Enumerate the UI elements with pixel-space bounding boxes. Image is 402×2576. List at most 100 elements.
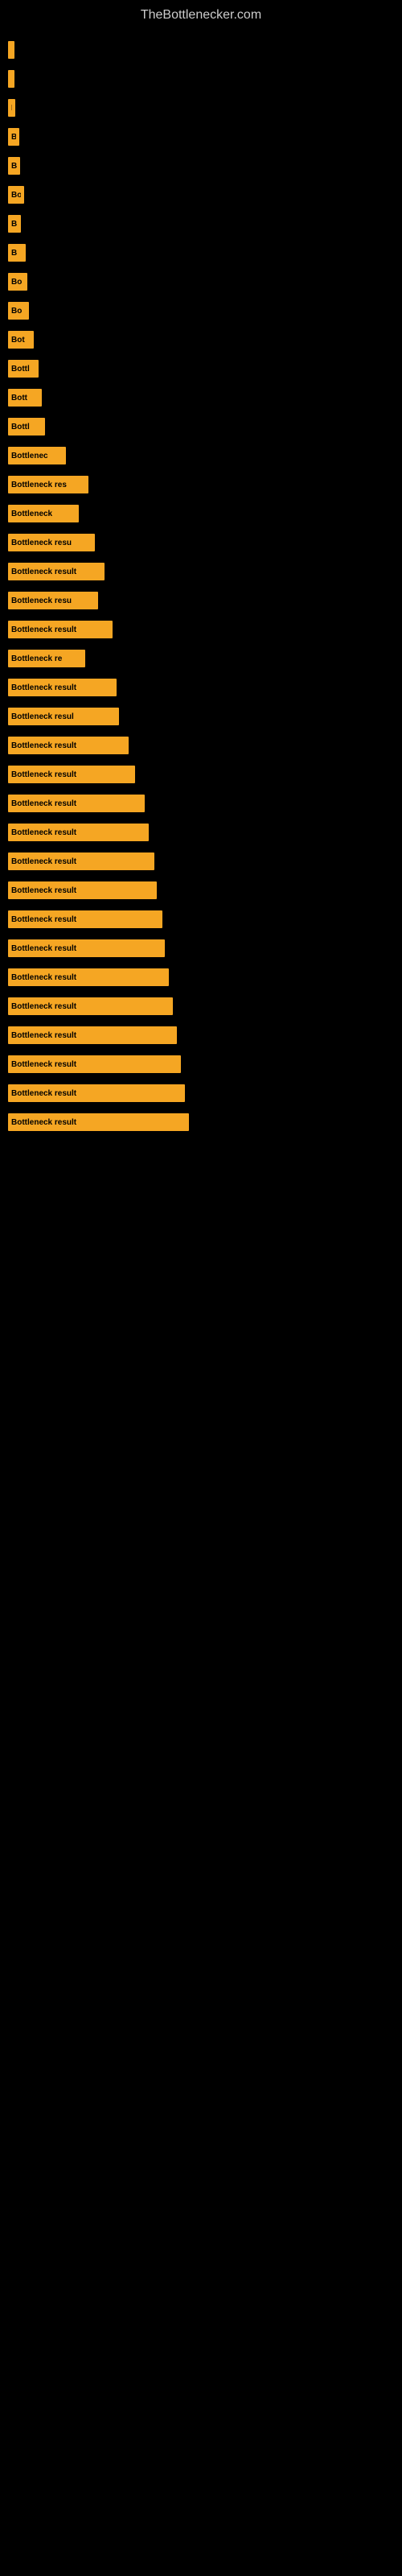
- bar-row: Bottleneck resu: [8, 531, 394, 554]
- bar: B: [8, 244, 26, 262]
- bar-row: Bottleneck result: [8, 850, 394, 873]
- bar-label: Bottl: [11, 365, 30, 374]
- bar: Bottleneck resu: [8, 534, 95, 551]
- bar: Bottleneck res: [8, 476, 88, 493]
- bar-label: Bottleneck result: [11, 568, 76, 576]
- bar-row: B: [8, 242, 394, 264]
- bar-label: Bottleneck result: [11, 1002, 76, 1011]
- bar: Bottleneck result: [8, 881, 157, 899]
- bar: Bottleneck result: [8, 737, 129, 754]
- bar: Bottleneck result: [8, 1084, 185, 1102]
- bar: Bottleneck result: [8, 1113, 189, 1131]
- bar-label: Bottlenec: [11, 452, 48, 460]
- bar: Bot: [8, 331, 34, 349]
- bar: Bottleneck result: [8, 997, 173, 1015]
- bar-row: Bottleneck result: [8, 908, 394, 931]
- bar: Bo: [8, 186, 24, 204]
- bar-row: Bo: [8, 299, 394, 322]
- bar: Bott: [8, 389, 42, 407]
- bar: Bottleneck result: [8, 1055, 181, 1073]
- bar-label: Bottleneck: [11, 510, 52, 518]
- bar-label: Bottleneck result: [11, 1118, 76, 1127]
- bar-row: Bottleneck result: [8, 995, 394, 1018]
- bar-row: Bot: [8, 328, 394, 351]
- bar-label: Bottleneck result: [11, 770, 76, 779]
- bar-label: Bottleneck result: [11, 741, 76, 750]
- bar-row: B: [8, 126, 394, 148]
- bar-label: B: [11, 249, 17, 258]
- bar-row: Bottlenec: [8, 444, 394, 467]
- bar: Bo: [8, 302, 29, 320]
- bar-label: Bottleneck result: [11, 828, 76, 837]
- bar-row: Bott: [8, 386, 394, 409]
- bar-row: Bo: [8, 270, 394, 293]
- bar-label: Bottleneck resul: [11, 712, 74, 721]
- bar: Bottlenec: [8, 447, 66, 464]
- bar: B: [8, 215, 21, 233]
- bars-container: FE B B Bo B B Bo Bo Bot Bottl Bott Bottl Bottlenec Bo…: [0, 27, 402, 1140]
- bar-label: B: [11, 162, 17, 171]
- bar-label: Bot: [11, 336, 25, 345]
- bar-row: F: [8, 68, 394, 90]
- bar-row: Bottleneck result: [8, 1082, 394, 1104]
- bar-row: Bottleneck result: [8, 560, 394, 583]
- bar: Bottleneck result: [8, 795, 145, 812]
- bar-label: Bottleneck result: [11, 1060, 76, 1069]
- bar-label: Bottleneck result: [11, 625, 76, 634]
- bar-row: Bottleneck result: [8, 734, 394, 757]
- site-title: TheBottlenecker.com: [0, 0, 402, 27]
- bar-label: Bottleneck result: [11, 944, 76, 953]
- bar-row: Bottleneck result: [8, 879, 394, 902]
- bar-row: Bottleneck resu: [8, 589, 394, 612]
- bar: Bottleneck result: [8, 968, 169, 986]
- bar-label: Bottl: [11, 423, 30, 431]
- bar: Bo: [8, 273, 27, 291]
- bar-row: Bottleneck result: [8, 821, 394, 844]
- bar: Bottleneck resul: [8, 708, 119, 725]
- bar-label: Bottleneck result: [11, 1089, 76, 1098]
- bar: Bottl: [8, 360, 39, 378]
- bar-label: Bottleneck result: [11, 915, 76, 924]
- bar: F: [8, 70, 14, 88]
- bar-row: Bottleneck result: [8, 937, 394, 960]
- bar-label: Bottleneck result: [11, 1031, 76, 1040]
- bar: Bottleneck re: [8, 650, 85, 667]
- bar: Bottleneck resu: [8, 592, 98, 609]
- bar-row: E: [8, 97, 394, 119]
- bar-row: Bottleneck result: [8, 763, 394, 786]
- bar-row: Bottleneck resul: [8, 705, 394, 728]
- bar: Bottleneck result: [8, 939, 165, 957]
- bar: Bottleneck result: [8, 852, 154, 870]
- bar-row: Bottleneck: [8, 502, 394, 525]
- bar-row: Bottleneck result: [8, 1053, 394, 1075]
- bar-label: Bott: [11, 394, 27, 402]
- bar-label: Bottleneck re: [11, 654, 62, 663]
- bar-row: Bottleneck re: [8, 647, 394, 670]
- bar-label: Bottleneck result: [11, 799, 76, 808]
- bar-label: Bo: [11, 278, 22, 287]
- bar-label: Bottleneck result: [11, 886, 76, 895]
- bar: Bottleneck: [8, 505, 79, 522]
- bar-label: B: [11, 220, 17, 229]
- bar-row: Bottleneck result: [8, 676, 394, 699]
- bar-label: Bottleneck result: [11, 857, 76, 866]
- bar-row: Bottleneck result: [8, 618, 394, 641]
- bar-row: Bottl: [8, 357, 394, 380]
- bar-row: B: [8, 155, 394, 177]
- bar: Bottleneck result: [8, 766, 135, 783]
- bar-row: Bottleneck res: [8, 473, 394, 496]
- bar-row: Bottl: [8, 415, 394, 438]
- bar: Bottleneck result: [8, 621, 113, 638]
- bar-row: Bottleneck result: [8, 966, 394, 989]
- bar-label: B: [11, 133, 16, 142]
- bar-row: [8, 39, 394, 61]
- bar-label: Bo: [11, 191, 21, 200]
- bar: Bottleneck result: [8, 824, 149, 841]
- bar-label: Bottleneck result: [11, 683, 76, 692]
- bar: Bottleneck result: [8, 679, 117, 696]
- bar-row: Bo: [8, 184, 394, 206]
- bar: Bottleneck result: [8, 1026, 177, 1044]
- bar-row: Bottleneck result: [8, 792, 394, 815]
- bar: B: [8, 128, 19, 146]
- bar-row: B: [8, 213, 394, 235]
